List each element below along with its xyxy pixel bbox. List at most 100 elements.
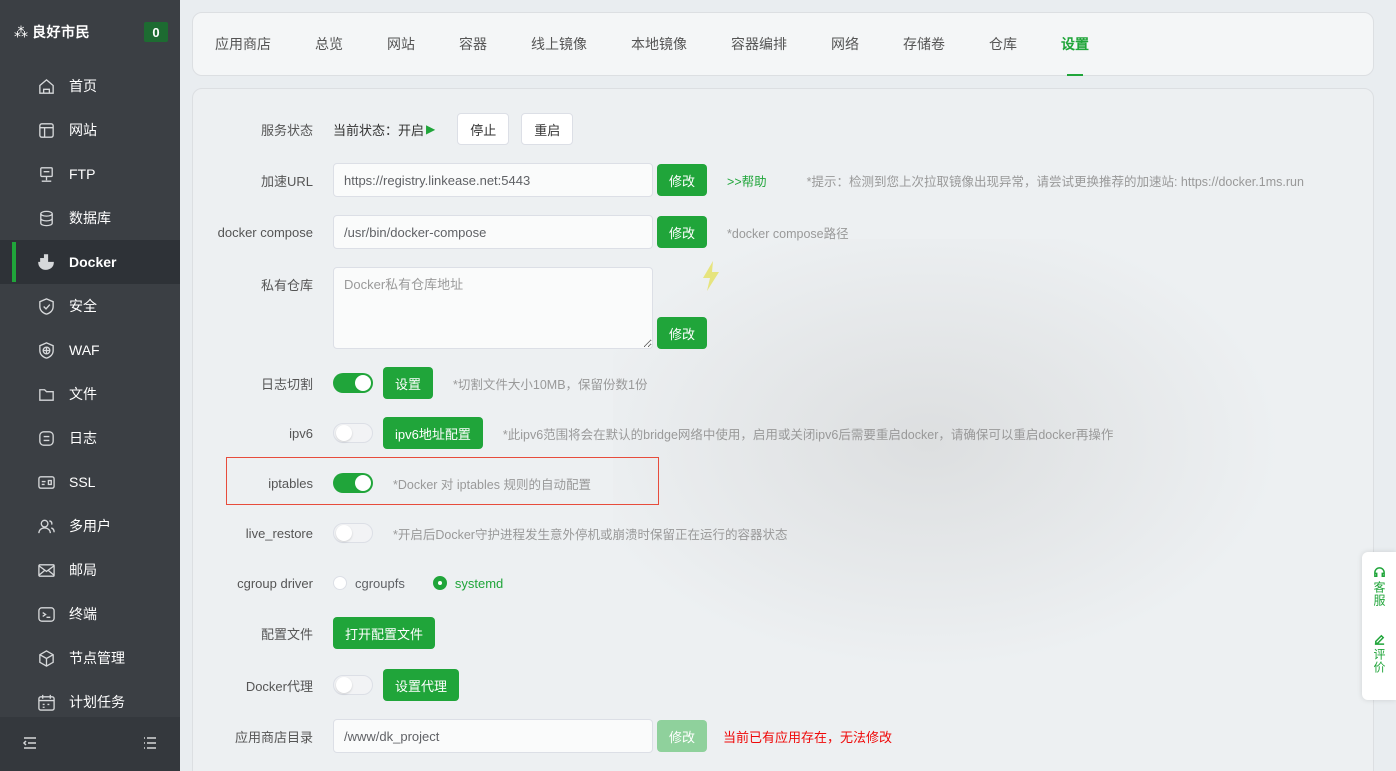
sidebar-item-shield[interactable]: 安全 [0, 284, 180, 328]
cgroupfs-radio[interactable]: cgroupfs [333, 576, 405, 591]
docker-tabs: 应用商店 总览 网站 容器 线上镜像 本地镜像 容器编排 网络 存储卷 仓库 设置 [192, 12, 1374, 76]
sidebar-item-label: FTP [69, 166, 96, 182]
logcut-settings-button[interactable]: 设置 [383, 367, 434, 399]
sidebar-item-label: Docker [69, 254, 117, 270]
sidebar-item-label: 节点管理 [69, 650, 125, 666]
live-restore-switch[interactable] [333, 523, 373, 543]
proxy-controls: 设置代理 [333, 669, 460, 701]
tab-4[interactable]: 线上镜像 [531, 12, 587, 76]
appdir-label: 应用商店目录 [234, 729, 313, 745]
iptables-label: iptables [268, 475, 313, 491]
accel-help-link[interactable]: >>帮助 [727, 171, 767, 190]
cgroup-label: cgroup driver [237, 575, 313, 591]
collapse-sidebar-icon[interactable] [22, 735, 38, 754]
tab-5[interactable]: 本地镜像 [631, 12, 687, 76]
sidebar-item-label: WAF [69, 342, 100, 358]
sidebar-item-ftp[interactable]: FTP [0, 152, 180, 196]
tab-9[interactable]: 仓库 [989, 12, 1017, 76]
menu-list-icon[interactable] [142, 735, 158, 754]
sidebar-item-node[interactable]: 节点管理 [0, 636, 180, 680]
sidebar-item-ssl[interactable]: SSL [0, 460, 180, 504]
home-icon [36, 76, 56, 96]
service-status-controls: 当前状态：开启 ▶ 停止 重启 [333, 113, 574, 145]
settings-panel: 服务状态 当前状态：开启 ▶ 停止 重启 加速URL 修改 >>帮助 *提示：检… [192, 88, 1374, 771]
registry-modify-button[interactable]: 修改 [657, 317, 708, 349]
config-file-controls: 打开配置文件 [333, 617, 436, 649]
tab-0[interactable]: 应用商店 [215, 12, 271, 76]
float-tools: 客服 评价 [1362, 552, 1396, 700]
tab-6[interactable]: 容器编排 [731, 12, 787, 76]
compose-hint: *docker compose路径 [727, 226, 849, 241]
sidebar-item-label: 网站 [69, 122, 97, 138]
open-config-button[interactable]: 打开配置文件 [333, 617, 436, 649]
notification-badge[interactable]: 0 [144, 22, 168, 42]
customer-service-button[interactable]: 客服 [1372, 566, 1386, 607]
live-restore-hint: *开启后Docker守护进程发生意外停机或崩溃时保留正在运行的容器状态 [393, 527, 788, 542]
appdir-modify-button[interactable]: 修改 [657, 720, 708, 752]
calendar-icon [36, 692, 56, 712]
tab-7[interactable]: 网络 [831, 12, 859, 76]
headset-icon [1373, 567, 1385, 577]
review-button[interactable]: 评价 [1372, 633, 1386, 674]
ipv6-switch[interactable] [333, 423, 373, 443]
cgroup-row: cgroup driver cgroupfs systemd [193, 567, 1373, 599]
service-status-text: 当前状态：开启 [333, 122, 425, 138]
sidebar-item-folder[interactable]: 文件 [0, 372, 180, 416]
tab-8[interactable]: 存储卷 [903, 12, 945, 76]
sidebar-item-docker[interactable]: Docker [0, 240, 180, 284]
docker-icon [36, 252, 56, 272]
tab-3[interactable]: 容器 [459, 12, 487, 76]
iptables-switch[interactable] [333, 473, 373, 493]
live-restore-label: live_restore [245, 525, 313, 541]
sidebar-item-users[interactable]: 多用户 [0, 504, 180, 548]
compose-path-input[interactable] [333, 215, 653, 249]
sidebar-item-label: 数据库 [69, 210, 111, 226]
tab-10[interactable]: 设置 [1061, 12, 1089, 76]
sidebar-item-mail[interactable]: 邮局 [0, 548, 180, 592]
sidebar-item-terminal[interactable]: 终端 [0, 592, 180, 636]
accel-url-input[interactable] [333, 163, 653, 197]
node-icon [36, 648, 56, 668]
accel-url-label: 加速URL [260, 173, 313, 189]
compose-modify-button[interactable]: 修改 [657, 216, 708, 248]
appdir-input[interactable] [333, 719, 653, 753]
sidebar-item-home[interactable]: 首页 [0, 64, 180, 108]
registry-textarea[interactable] [333, 267, 653, 349]
ipv6-label: ipv6 [289, 425, 313, 441]
brand-name: 良好市民 [32, 24, 90, 40]
config-file-label: 配置文件 [260, 626, 313, 642]
compose-controls: 修改 *docker compose路径 [333, 215, 849, 249]
ipv6-hint: *此ipv6范围将会在默认的bridge网络中使用，启用或关闭ipv6后需要重启… [502, 427, 1114, 442]
sidebar-nav: 首页网站 FTP 数据库 Docker 安全 WAF 文件日志 SSL 多用户 邮局终端节点管理计… [0, 64, 180, 724]
users-icon [36, 516, 56, 536]
logcut-switch[interactable] [333, 373, 373, 393]
database-icon [36, 208, 56, 228]
proxy-switch[interactable] [333, 675, 373, 695]
iptables-row: iptables *Docker 对 iptables 规则的自动配置 [193, 467, 1373, 499]
compose-label: docker compose [217, 224, 313, 240]
sidebar-item-label: 文件 [69, 386, 97, 402]
sidebar-footer [0, 717, 180, 771]
tab-1[interactable]: 总览 [315, 12, 343, 76]
compose-row: docker compose 修改 *docker compose路径 [193, 215, 1373, 249]
systemd-radio[interactable]: systemd [432, 576, 503, 591]
service-status-label: 服务状态 [260, 122, 313, 138]
ipv6-config-button[interactable]: ipv6地址配置 [383, 417, 483, 449]
sidebar-item-label: SSL [69, 474, 96, 490]
sidebar-item-log[interactable]: 日志 [0, 416, 180, 460]
sidebar-item-waf[interactable]: WAF [0, 328, 180, 372]
play-icon: ▶ [426, 122, 436, 136]
sidebar-item-website[interactable]: 网站 [0, 108, 180, 152]
stop-button[interactable]: 停止 [457, 113, 510, 145]
restart-button[interactable]: 重启 [521, 113, 574, 145]
live-restore-controls: *开启后Docker守护进程发生意外停机或崩溃时保留正在运行的容器状态 [333, 523, 787, 543]
registry-label: 私有仓库 [260, 278, 313, 293]
accel-url-modify-button[interactable]: 修改 [657, 164, 708, 196]
sidebar-item-label: 终端 [69, 606, 97, 622]
iptables-controls: *Docker 对 iptables 规则的自动配置 [333, 473, 591, 493]
tab-2[interactable]: 网站 [387, 12, 415, 76]
sidebar-item-label: 计划任务 [69, 694, 125, 710]
mail-icon [36, 560, 56, 580]
sidebar-item-database[interactable]: 数据库 [0, 196, 180, 240]
proxy-settings-button[interactable]: 设置代理 [383, 669, 460, 701]
